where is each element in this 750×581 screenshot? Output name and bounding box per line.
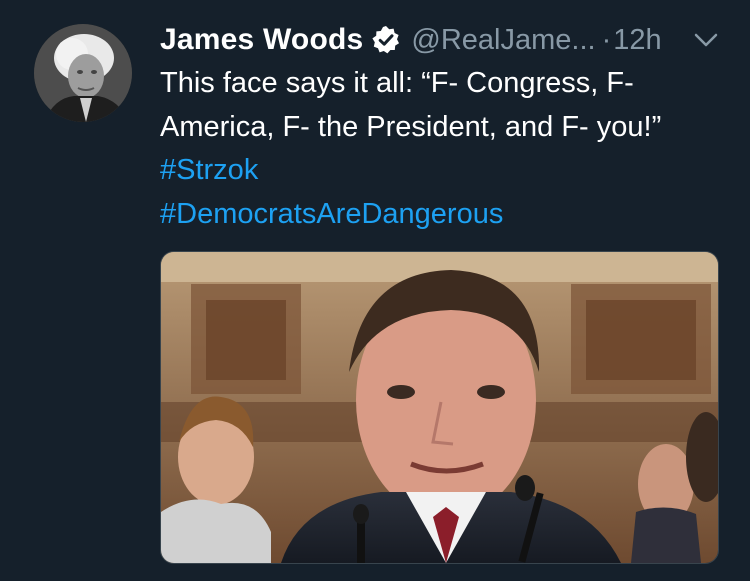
avatar[interactable] bbox=[34, 24, 132, 122]
tweet[interactable]: James Woods @RealJame... · 12h This face… bbox=[0, 0, 750, 581]
display-name[interactable]: James Woods bbox=[160, 23, 363, 57]
avatar-photo bbox=[34, 24, 132, 122]
media-photo bbox=[161, 252, 718, 563]
tweet-text-plain: This face says it all: “F- Congress, F- … bbox=[160, 67, 662, 143]
separator-dot: · bbox=[601, 23, 612, 56]
verified-badge-icon bbox=[371, 25, 401, 55]
hashtag-democrats-are-dangerous[interactable]: #DemocratsAreDangerous bbox=[160, 198, 503, 230]
tweet-text: This face says it all: “F- Congress, F- … bbox=[160, 62, 735, 236]
hashtag-strzok[interactable]: #Strzok bbox=[160, 154, 258, 186]
chevron-down-icon[interactable] bbox=[693, 31, 719, 49]
tweet-header: James Woods @RealJame... · 12h bbox=[160, 20, 662, 60]
user-handle[interactable]: @RealJame... bbox=[411, 24, 595, 57]
timestamp[interactable]: 12h bbox=[613, 24, 661, 57]
tweet-media-image[interactable] bbox=[160, 251, 719, 564]
